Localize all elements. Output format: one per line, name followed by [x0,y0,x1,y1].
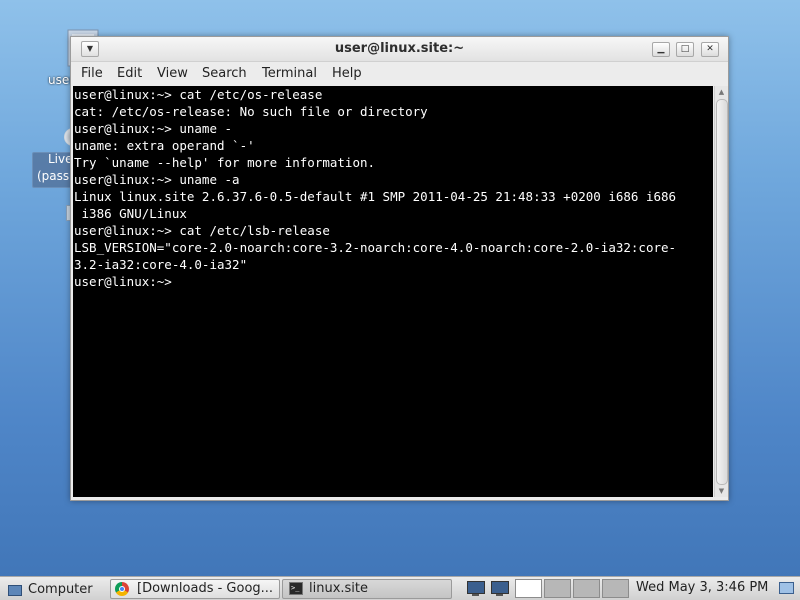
taskbar-task-label: [Downloads - Goog... [137,581,274,596]
scroll-down-arrow-icon[interactable]: ▼ [715,485,728,497]
terminal-line: user@linux:~> uname -a [74,172,240,187]
terminal-line: 3.2-ia32:core-4.0-ia32" [74,257,248,272]
terminal-line: cat: /etc/os-release: No such file or di… [74,104,428,119]
network-icon[interactable] [489,579,511,598]
chrome-icon [115,582,129,596]
terminal-line: user@linux:~> uname - [74,121,233,136]
window-title: user@linux.site:~ [334,41,465,56]
terminal-line: Linux linux.site 2.6.37.6-0.5-default #1… [74,189,677,204]
taskbar-task-label: linux.site [309,581,369,596]
taskbar-task-terminal[interactable]: >_ linux.site [282,579,452,599]
menu-help[interactable]: Help [332,66,362,81]
minimize-button[interactable]: ▁ [652,42,670,57]
desktop-icon-label-password[interactable]: (pass [37,169,69,183]
workspace-1[interactable] [515,579,542,598]
workspace-4[interactable] [602,579,629,598]
desktop-icon-label-live[interactable]: Live [48,152,73,166]
workspace-2[interactable] [544,579,571,598]
desktop: user Live (pass ▼ user@linux.site:~ ▁ □ … [0,0,800,600]
menu-edit[interactable]: Edit [117,66,142,81]
terminal-line: i386 GNU/Linux [74,206,187,221]
window-titlebar[interactable]: ▼ user@linux.site:~ ▁ □ ✕ [71,37,728,62]
show-desktop-icon[interactable] [778,580,794,596]
computer-menu-label: Computer [28,582,93,597]
maximize-button[interactable]: □ [676,42,694,57]
computer-icon [8,585,22,596]
scrollbar-thumb[interactable] [716,99,728,485]
system-monitor-icon[interactable] [465,579,487,598]
menu-file[interactable]: File [81,66,103,81]
menu-view[interactable]: View [157,66,188,81]
taskbar-task-downloads[interactable]: [Downloads - Goog... [110,579,280,599]
clock[interactable]: Wed May 3, 3:46 PM [636,580,768,595]
menu-terminal[interactable]: Terminal [262,66,317,81]
terminal-icon: >_ [289,582,303,595]
workspace-3[interactable] [573,579,600,598]
scroll-up-arrow-icon[interactable]: ▲ [715,86,728,98]
menubar: File Edit View Search Terminal Help [71,62,728,84]
menu-search[interactable]: Search [202,66,247,81]
terminal-output[interactable]: user@linux:~> cat /etc/os-release cat: /… [73,86,713,497]
terminal-window: ▼ user@linux.site:~ ▁ □ ✕ File Edit View… [70,36,729,501]
computer-menu-button[interactable]: Computer [2,579,102,598]
terminal-line: uname: extra operand `-' [74,138,255,153]
terminal-line: user@linux:~> cat /etc/os-release [74,87,323,102]
terminal-line: LSB_VERSION="core-2.0-noarch:core-3.2-no… [74,240,677,255]
close-button[interactable]: ✕ [701,42,719,57]
terminal-line: Try `uname --help' for more information. [74,155,376,170]
terminal-line: user@linux:~> cat /etc/lsb-release [74,223,330,238]
terminal-scrollbar[interactable]: ▲ ▼ [714,86,728,497]
taskbar: Computer [Downloads - Goog... >_ linux.s… [0,576,800,600]
terminal-prompt: user@linux:~> [74,274,180,289]
